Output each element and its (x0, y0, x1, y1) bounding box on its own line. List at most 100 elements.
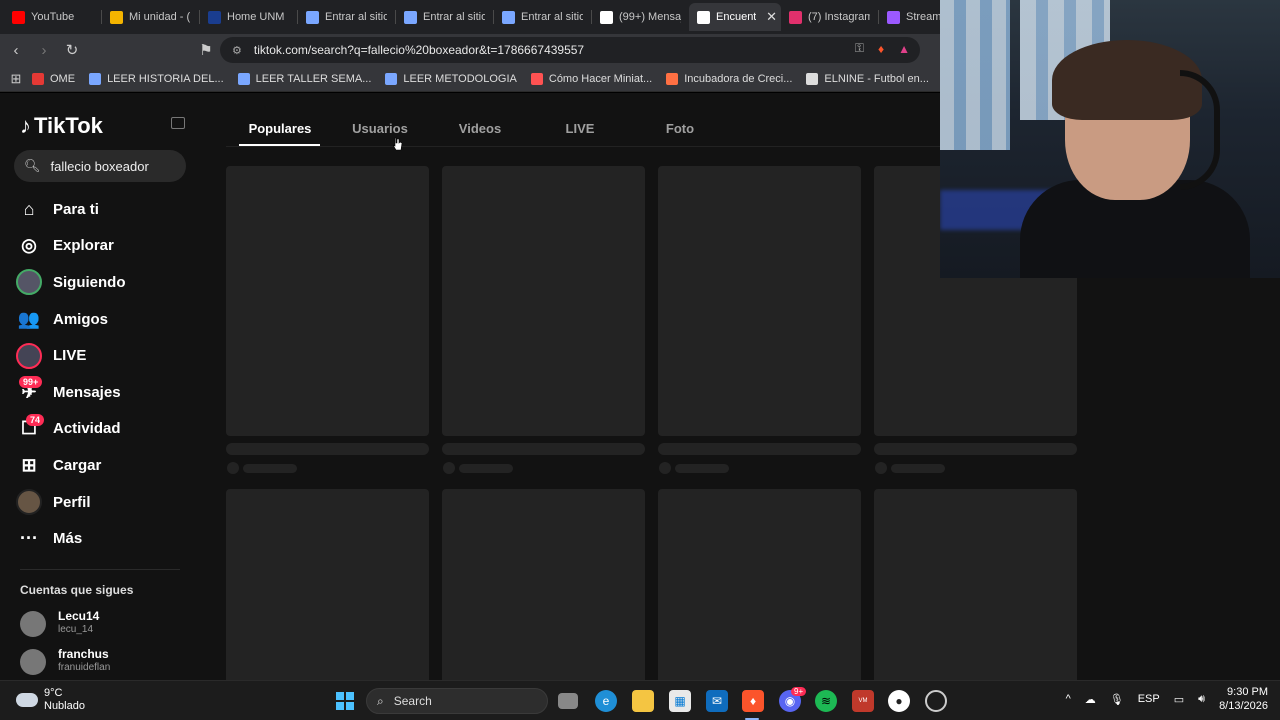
brave-browser-icon[interactable]: ♦ (742, 690, 764, 712)
outlook-icon[interactable]: ✉ (706, 690, 728, 712)
task-view-icon[interactable] (558, 693, 578, 709)
password-key-icon[interactable]: ⚿ (855, 41, 864, 56)
logo-text: TikTok (34, 113, 103, 138)
nav-label: Más (53, 530, 83, 548)
nav-item-amigos[interactable]: 👥 Amigos (16, 301, 126, 338)
following-account[interactable]: Lecu14 lecu_14 (20, 607, 190, 643)
app-icon[interactable] (925, 690, 947, 712)
site-info-icon[interactable]: ⚙ (232, 44, 242, 57)
bookmark-icon[interactable]: ⚑ (194, 38, 218, 62)
tiktok-icon (600, 10, 613, 24)
tab-videos[interactable]: Videos (430, 121, 530, 145)
account-name: franchus (58, 647, 109, 661)
tab-usuarios[interactable]: Usuarios (330, 121, 430, 145)
browser-tab[interactable]: Entrar al sitio (298, 3, 395, 31)
moodle-icon (404, 10, 417, 24)
apps-grid-icon[interactable]: ⊞ (0, 71, 32, 87)
account-name: Lecu14 (58, 609, 100, 623)
store-icon[interactable]: ▦ (669, 690, 691, 712)
bookmark-favicon-icon (666, 72, 679, 85)
bookmark-label: Incubadora de Creci... (684, 72, 793, 85)
browser-tab[interactable]: (99+) Mensaj (592, 3, 689, 31)
windows-start-icon[interactable] (334, 690, 356, 712)
video-card-placeholder[interactable] (658, 489, 861, 680)
tab-title: Entrar al sitio (423, 11, 485, 23)
tab-live[interactable]: LIVE (530, 121, 630, 145)
obs-icon[interactable]: ● (888, 690, 910, 712)
browser-tab[interactable]: Entrar al sitio (494, 3, 591, 31)
tab-title: Home UNM (227, 11, 285, 23)
tab-foto[interactable]: Foto (630, 121, 730, 145)
reload-icon[interactable]: ↻ (60, 38, 84, 62)
close-tab-icon[interactable]: ✕ (766, 9, 777, 25)
video-card-placeholder[interactable] (226, 489, 429, 680)
edge-icon[interactable]: e (595, 690, 617, 712)
clock[interactable]: 9:30 PM 8/13/2026 (1219, 685, 1268, 713)
nav-item-explorar[interactable]: ◎ Explorar (16, 228, 126, 265)
browser-tab[interactable]: YouTube (4, 3, 101, 31)
bookmark-item[interactable]: ELNINE - Futbol en... (806, 72, 929, 85)
browser-tab[interactable]: Entrar al sitio (396, 3, 493, 31)
taskbar-search[interactable]: ⌕ Search (366, 688, 548, 714)
following-account[interactable]: franchus franuideflan (20, 645, 190, 680)
nav-item-siguiendo[interactable]: Siguiendo (16, 264, 126, 301)
microphone-icon[interactable]: 🎙︎ (1110, 693, 1124, 706)
url-bar[interactable]: ⚙ tiktok.com/search?q=fallecio%20boxeado… (220, 37, 920, 63)
video-card-placeholder[interactable] (442, 489, 645, 680)
friends-icon: 👥 (17, 308, 41, 329)
nav-item-más[interactable]: ··· Más (16, 520, 126, 557)
forward-icon[interactable]: › (32, 38, 56, 62)
brave-rewards-icon[interactable]: ▲ (898, 42, 910, 56)
avatar (20, 649, 46, 675)
browser-tab[interactable]: Home UNM (200, 3, 297, 31)
nav-label: Siguiendo (53, 273, 126, 291)
nav-item-mensajes[interactable]: ✈ Mensajes 99+ (16, 374, 126, 411)
bookmark-favicon-icon (806, 72, 819, 85)
spotify-icon[interactable]: ≋ (815, 690, 837, 712)
bookmark-label: ELNINE - Futbol en... (824, 72, 929, 85)
nav-item-cargar[interactable]: ⊞ Cargar (16, 447, 126, 484)
nav-item-actividad[interactable]: ☐ Actividad 74 (16, 411, 126, 448)
video-card-placeholder[interactable] (442, 166, 645, 436)
compass-icon: ◎ (21, 235, 37, 256)
account-handle: franuideflan (58, 662, 111, 673)
browser-tab[interactable]: (7) Instagram (781, 3, 878, 31)
collapse-sidebar-icon[interactable] (171, 117, 185, 129)
search-icon: ⌕ (377, 693, 384, 708)
network-icon[interactable]: ▭ (1174, 693, 1184, 706)
bookmark-item[interactable]: LEER HISTORIA DEL... (89, 72, 224, 85)
onedrive-icon[interactable]: ☁ (1085, 693, 1096, 706)
bookmark-favicon-icon (385, 72, 398, 85)
search-input[interactable]: 🔍︎ fallecio boxeador (14, 150, 186, 182)
bookmark-item[interactable]: LEER METODOLOGIA (385, 72, 517, 85)
nav-item-live[interactable]: LIVE (16, 337, 126, 374)
file-explorer-icon[interactable] (632, 690, 654, 712)
language-indicator[interactable]: ESP (1138, 693, 1160, 705)
chevron-up-icon[interactable]: ^ (1066, 693, 1071, 705)
nav-item-perfil[interactable]: Perfil (16, 484, 126, 521)
tab-title: (99+) Mensaj (619, 11, 681, 23)
bookmark-item[interactable]: OME (32, 72, 75, 85)
back-icon[interactable]: ‹ (4, 38, 28, 62)
video-card-placeholder[interactable] (874, 489, 1077, 680)
tab-title: Encuent (716, 11, 757, 23)
brave-shield-icon[interactable]: ♦ (878, 42, 884, 56)
tab-title: (7) Instagram (808, 11, 870, 23)
video-card-placeholder[interactable] (226, 166, 429, 436)
nav-item-para-ti[interactable]: ⌂ Para ti (16, 191, 126, 228)
discord-badge: 9+ (791, 687, 807, 696)
browser-tab[interactable]: Mi unidad - ( (102, 3, 199, 31)
tiktok-logo[interactable]: ♪ TikTok (20, 113, 103, 139)
bookmark-item[interactable]: Incubadora de Creci... (666, 72, 793, 85)
nav-label: Mensajes (53, 383, 121, 401)
bookmark-item[interactable]: LEER TALLER SEMA... (237, 72, 371, 85)
video-card-placeholder[interactable] (658, 166, 861, 436)
weather-widget[interactable]: 9°C Nublado (16, 687, 85, 713)
bookmark-item[interactable]: Cómo Hacer Miniat... (530, 72, 652, 85)
caption-placeholder (226, 443, 429, 455)
tab-title: YouTube (31, 11, 75, 23)
volume-icon[interactable]: 🔊︎ (1198, 693, 1205, 706)
tab-populares[interactable]: Populares (230, 121, 330, 145)
voicemeeter-icon[interactable]: VM (852, 690, 874, 712)
browser-tab[interactable]: Encuent ✕ (689, 3, 781, 31)
